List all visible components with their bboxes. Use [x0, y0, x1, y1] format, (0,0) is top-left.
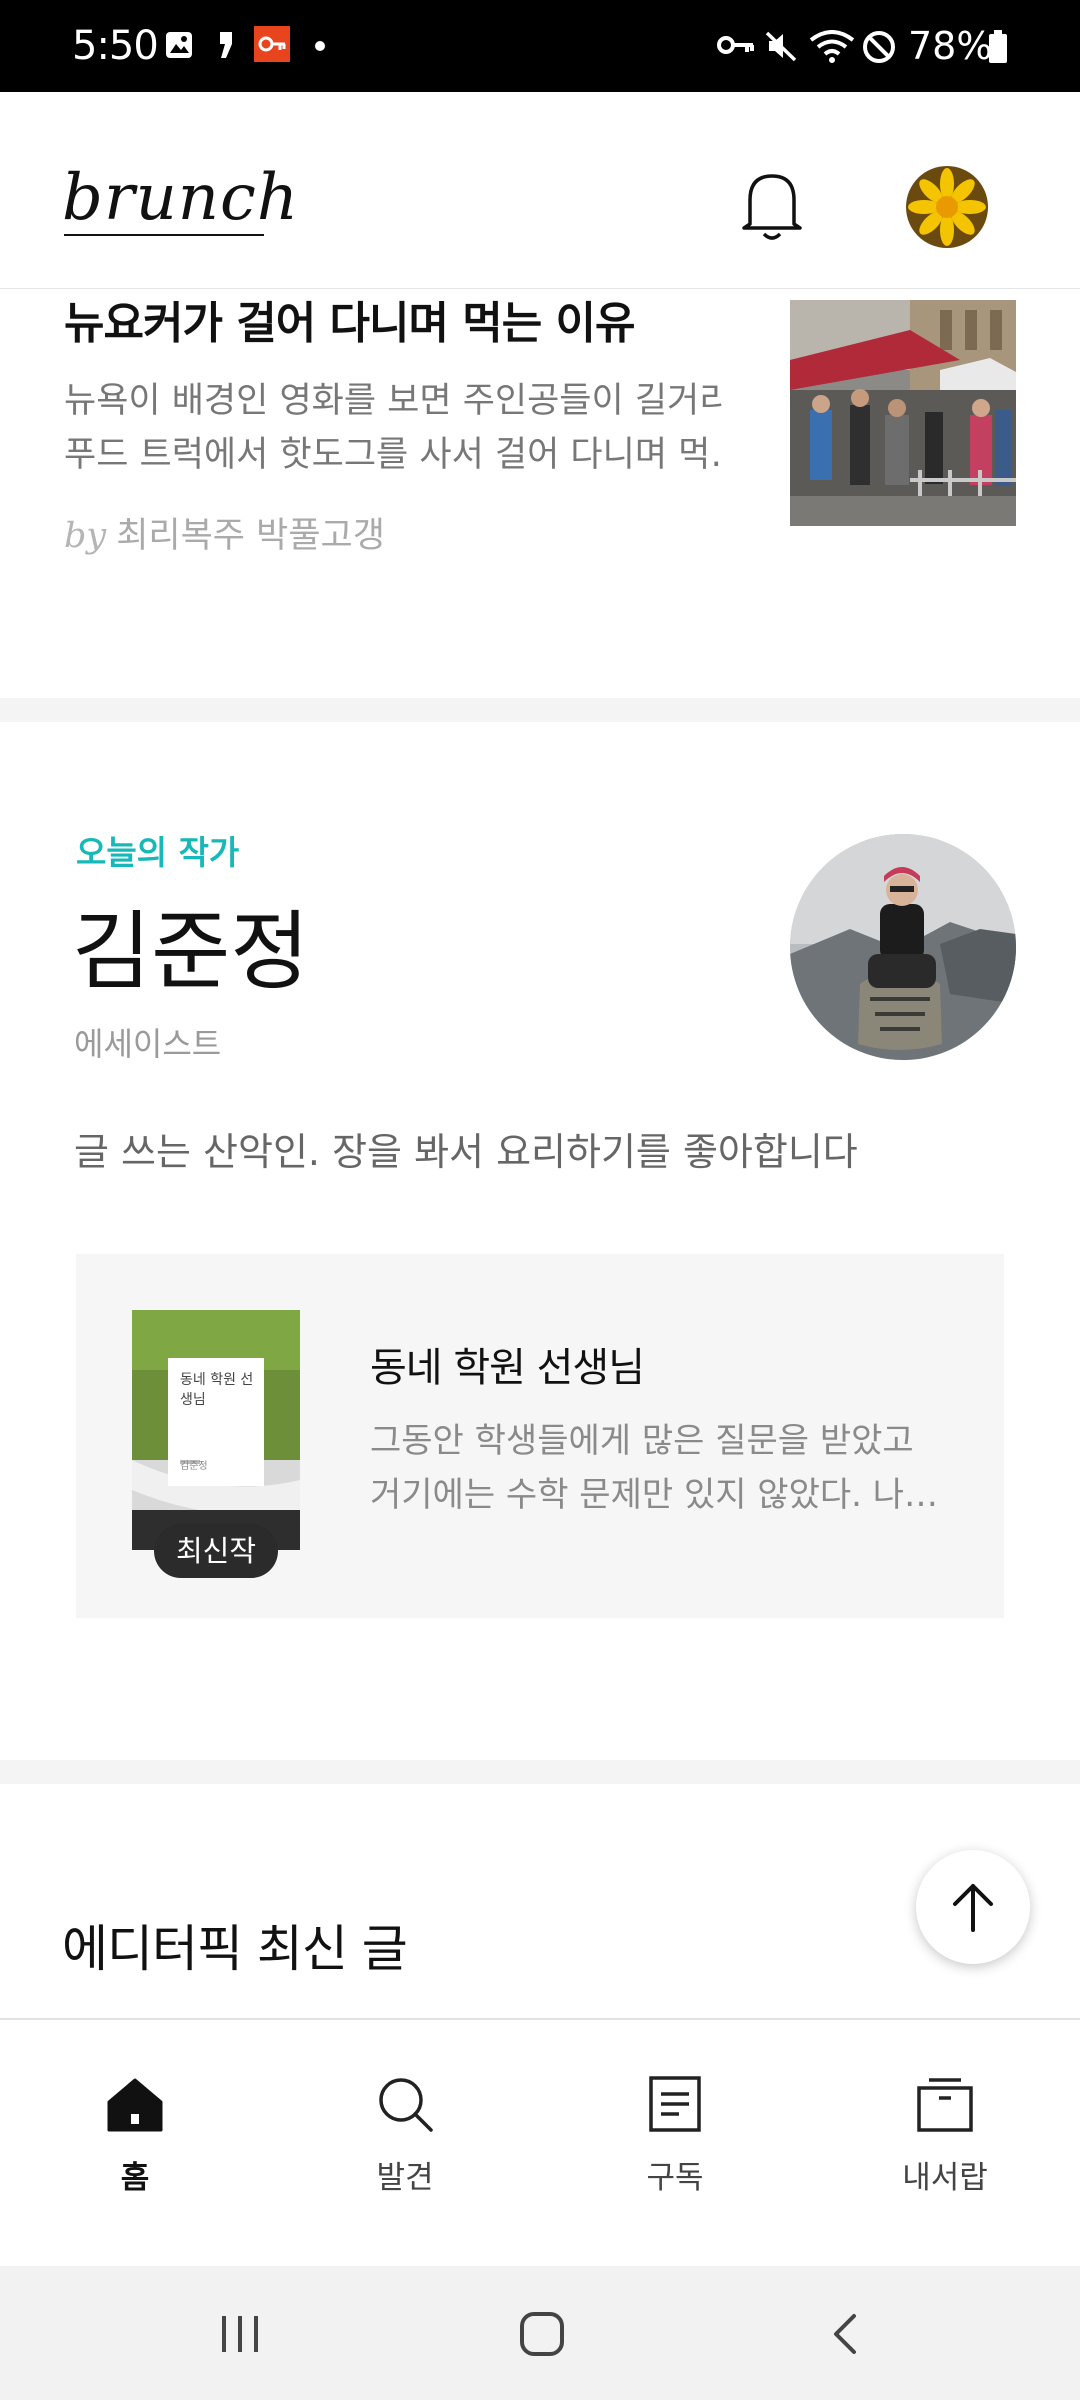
writer-intro: 글 쓰는 산악인. 장을 봐서 요리하기를 좋아합니다	[74, 1130, 858, 1174]
system-navigation-bar	[0, 2266, 1080, 2400]
book-title[interactable]: 동네 학원 선생님	[370, 1340, 645, 1396]
home-circle-icon[interactable]	[518, 2310, 566, 2358]
writer-role: 에세이스트	[74, 1025, 222, 1063]
profile-avatar[interactable]	[906, 166, 988, 248]
battery-percentage: 78%	[908, 24, 993, 68]
nav-label-discover: 발견	[376, 2160, 434, 2196]
section-divider	[0, 698, 1080, 722]
nav-label-home: 홈	[120, 2160, 150, 2196]
nav-label-subscribe: 구독	[646, 2160, 704, 2196]
book-snippet[interactable]: 그동안 학생들에게 많은 질문을 받았고 거기에는 수학 문제만 있지 않았다.…	[370, 1414, 960, 1522]
wifi-icon	[809, 30, 855, 63]
latest-badge: 최신작	[154, 1524, 278, 1578]
arrow-up-icon	[953, 1884, 993, 1932]
book-cover-author: 김준정	[180, 1461, 208, 1472]
recents-icon[interactable]	[218, 2312, 262, 2356]
book-cover-image	[132, 1310, 300, 1550]
gallery-icon	[166, 32, 192, 58]
nav-item-home[interactable]: 홈	[0, 2020, 270, 2268]
writer-photo[interactable]	[790, 834, 1016, 1060]
article-thumbnail[interactable]	[790, 300, 1016, 526]
key-app-icon	[254, 26, 290, 62]
street-market-image	[790, 300, 1016, 526]
brunch-logo[interactable]: brunch	[62, 158, 299, 238]
flower-avatar-image	[906, 166, 988, 248]
scroll-to-top-button[interactable]	[916, 1850, 1030, 1964]
home-icon	[107, 2078, 163, 2132]
status-bar: 5:50 78%	[0, 0, 1080, 92]
quote-icon	[220, 32, 232, 58]
book-snippet-line: 거기에는 수학 문제만 있지 않았다. 나…	[370, 1475, 939, 1515]
article-snippet[interactable]: 뉴욕이 배경인 영화를 보면 주인공들이 길거리 푸드 트럭에서 핫도그를 사서…	[64, 374, 724, 482]
mountain-portrait-image	[790, 834, 1016, 1060]
document-icon	[649, 2076, 701, 2132]
nav-label-drawer: 내서랍	[902, 2160, 988, 2196]
nav-item-drawer[interactable]: 내서랍	[810, 2020, 1080, 2268]
battery-icon	[989, 30, 1007, 63]
nav-item-discover[interactable]: 발견	[270, 2020, 540, 2268]
mute-icon	[765, 31, 797, 62]
section-divider	[0, 1760, 1080, 1784]
article-snippet-line: 푸드 트럭에서 핫도그를 사서 걸어 다니며 먹…	[64, 435, 724, 475]
status-time: 5:50	[72, 23, 159, 69]
article-title[interactable]: 뉴요커가 걸어 다니며 먹는 이유	[64, 296, 636, 352]
logo-underline	[64, 234, 264, 236]
back-icon[interactable]	[826, 2312, 866, 2356]
bell-icon	[742, 174, 802, 240]
book-cover[interactable]: 동네 학원 선생님 김준정	[132, 1310, 300, 1550]
byline-by: by	[64, 516, 107, 556]
book-cover-title: 동네 학원 선생님	[180, 1372, 254, 1408]
notification-button[interactable]	[736, 166, 808, 244]
dot-icon	[315, 41, 325, 51]
search-icon	[379, 2078, 433, 2132]
drawer-icon	[917, 2078, 973, 2132]
vpn-key-icon	[717, 36, 754, 54]
bottom-navigation: 홈 발견 구독 내서랍	[0, 2018, 1080, 2268]
book-snippet-line: 그동안 학생들에게 많은 질문을 받았고	[370, 1421, 914, 1461]
editor-pick-section-title: 에디터픽 최신 글	[62, 1920, 408, 1978]
writer-section-label: 오늘의 작가	[76, 833, 240, 872]
article-author[interactable]: 최리복주 박풀고갱	[116, 516, 385, 556]
article-snippet-line: 뉴욕이 배경인 영화를 보면 주인공들이 길거리	[64, 381, 724, 421]
latest-book-card[interactable]: 동네 학원 선생님 김준정 최신작 동네 학원 선생님 그동안 학생들에게 많은…	[76, 1254, 1004, 1618]
do-not-disturb-icon	[863, 31, 895, 63]
app-header: brunch	[0, 92, 1080, 289]
writer-name[interactable]: 김준정	[72, 900, 309, 1004]
nav-item-subscribe[interactable]: 구독	[540, 2020, 810, 2268]
article-byline: by 최리복주 박풀고갱	[64, 512, 385, 560]
